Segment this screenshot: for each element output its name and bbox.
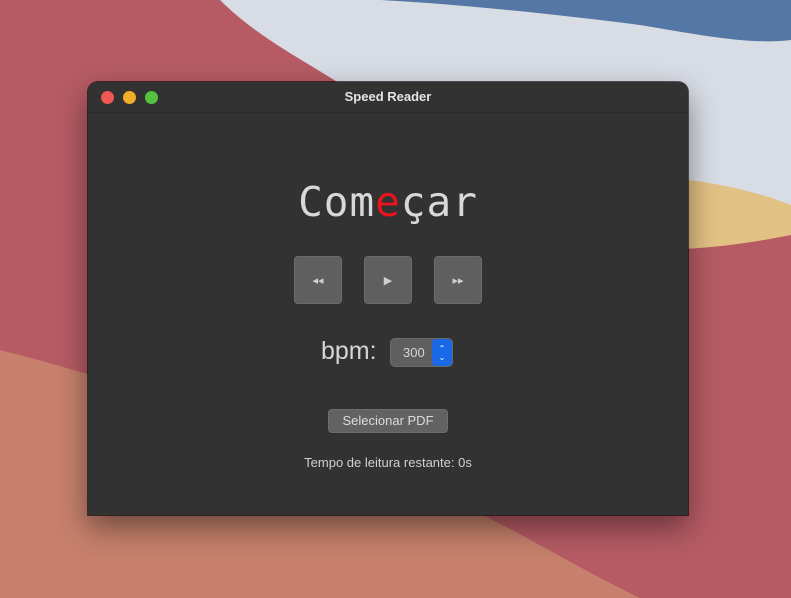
word-suffix: çar [400,178,478,226]
word-focus-letter: e [375,178,401,226]
select-pdf-button[interactable]: Selecionar PDF [328,409,448,433]
fast-forward-button[interactable]: ▸▸ [434,256,482,304]
bpm-stepper[interactable]: 300 ⌃ ⌄ [390,338,453,367]
current-word: Começar [88,178,688,226]
play-icon: ▶ [383,274,393,287]
rewind-button[interactable]: ◂◂ [294,256,342,304]
app-window: Speed Reader Começar ◂◂ ▶ ▸▸ bpm: 300 ⌃ … [88,82,688,515]
bpm-value[interactable]: 300 [403,339,425,366]
remaining-time-label: Tempo de leitura restante: 0s [304,455,472,470]
window-title: Speed Reader [344,89,432,104]
word-prefix: Com [298,178,376,226]
chevron-down-icon[interactable]: ⌄ [439,353,446,362]
title-bar[interactable]: Speed Reader [88,82,688,113]
play-button[interactable]: ▶ [364,256,412,304]
rewind-icon: ◂◂ [312,274,324,287]
chevron-up-icon[interactable]: ⌃ [439,344,446,353]
bpm-label: bpm: [321,337,377,365]
fast-forward-icon: ▸▸ [452,274,464,287]
stepper-arrows[interactable]: ⌃ ⌄ [432,339,452,366]
